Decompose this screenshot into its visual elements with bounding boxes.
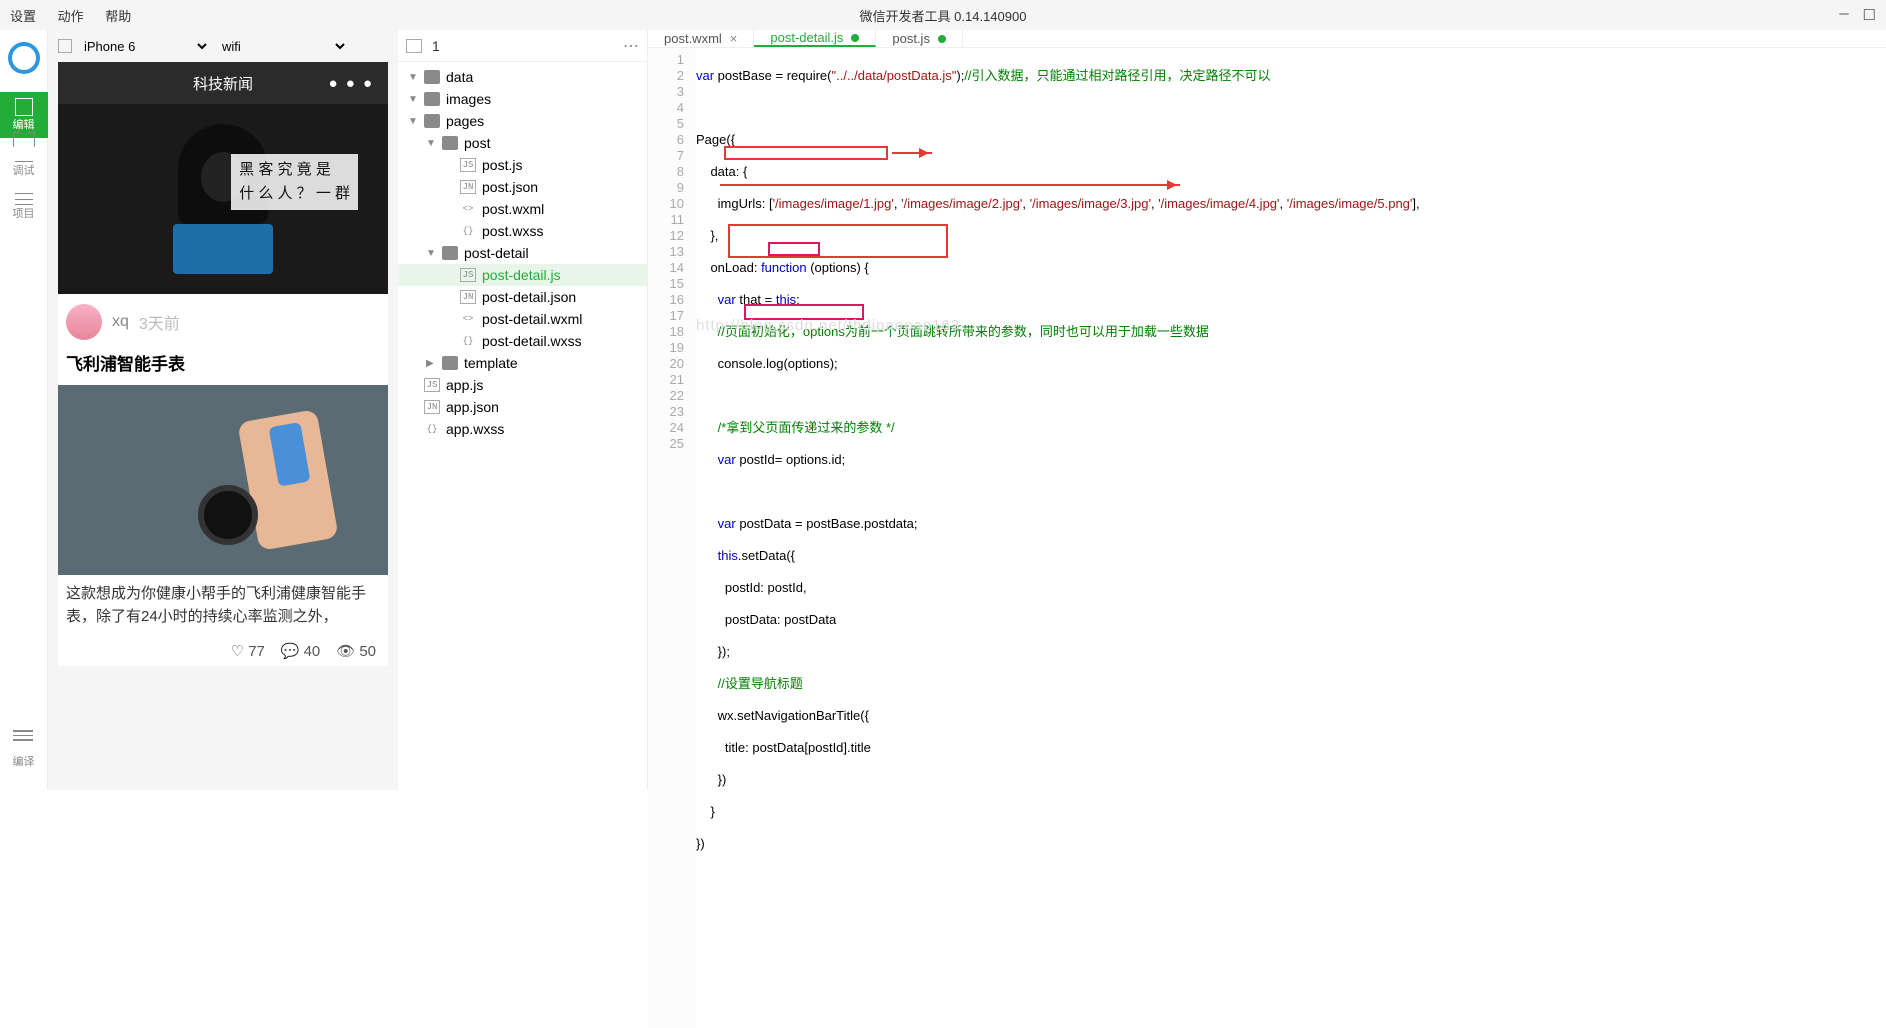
- rail-debug-label: 调试: [13, 162, 35, 178]
- post-card-1[interactable]: 黑 客 究 竟 是什 么 人 ？ 一 群 xq 3天前 飞利浦智能手表 这款想成…: [58, 104, 388, 666]
- tree-file-post.wxss[interactable]: post.wxss: [398, 220, 647, 242]
- avatar[interactable]: [8, 42, 40, 74]
- post-title: 飞利浦智能手表: [58, 350, 388, 385]
- tree-file-post-detail.json[interactable]: JNpost-detail.json: [398, 286, 647, 308]
- file-tree[interactable]: ▼data▼images▼pages▼postJSpost.jsJNpost.j…: [398, 62, 647, 790]
- menubar: 设置 动作 帮助 微信开发者工具 0.14.140900 — ☐: [0, 0, 1886, 30]
- menu-action[interactable]: 动作: [58, 9, 84, 24]
- minimize-icon[interactable]: —: [1840, 6, 1849, 25]
- menu-help[interactable]: 帮助: [105, 9, 131, 24]
- file-tree-pane: 1 ⋯ ▼data▼images▼pages▼postJSpost.jsJNpo…: [398, 30, 648, 790]
- tree-toggle-icon[interactable]: [406, 39, 422, 53]
- debug-icon: [15, 144, 33, 162]
- tab-post.wxml[interactable]: post.wxml×: [648, 30, 754, 47]
- device-check-icon[interactable]: [58, 39, 72, 53]
- tree-folder-template[interactable]: ▶template: [398, 352, 647, 374]
- rail-project[interactable]: 项目: [0, 184, 48, 230]
- sidebar-rail: 编辑 调试 项目 编译: [0, 30, 48, 790]
- code-editor[interactable]: 1234567891011121314151617181920212223242…: [648, 48, 1886, 1028]
- card-image-2: [58, 385, 388, 575]
- maximize-icon[interactable]: ☐: [1863, 6, 1876, 25]
- image-overlay-text: 黑 客 究 竟 是什 么 人 ？ 一 群: [231, 154, 358, 210]
- tree-folder-images[interactable]: ▼images: [398, 88, 647, 110]
- rail-edit[interactable]: 编辑: [0, 92, 48, 138]
- comment-icon: 💬: [281, 642, 300, 660]
- author-name: xq: [112, 313, 129, 331]
- eye-icon: 👁: [336, 642, 355, 660]
- tree-more-icon[interactable]: ⋯: [623, 36, 639, 56]
- tab-post-detail.js[interactable]: post-detail.js: [754, 30, 876, 47]
- dirty-indicator-icon: [851, 34, 859, 42]
- tree-counter: 1: [432, 38, 440, 54]
- annotation-arrow: [720, 184, 1180, 186]
- tree-file-post-detail.wxml[interactable]: post-detail.wxml: [398, 308, 647, 330]
- compile-icon: [13, 730, 33, 746]
- tree-folder-post-detail[interactable]: ▼post-detail: [398, 242, 647, 264]
- project-icon: [15, 193, 33, 205]
- rail-project-label: 项目: [13, 205, 35, 221]
- card-image-1: 黑 客 究 竟 是什 么 人 ？ 一 群: [58, 104, 388, 294]
- like-stat[interactable]: ♡77: [231, 642, 265, 660]
- dirty-indicator-icon: [938, 35, 946, 43]
- rail-compile[interactable]: 编译: [13, 730, 35, 770]
- view-stat[interactable]: 👁50: [336, 642, 376, 660]
- tree-folder-post[interactable]: ▼post: [398, 132, 647, 154]
- code-source[interactable]: var postBase = require("../../data/postD…: [696, 48, 1420, 1028]
- tree-folder-pages[interactable]: ▼pages: [398, 110, 647, 132]
- tree-file-app.json[interactable]: JNapp.json: [398, 396, 647, 418]
- menu-settings[interactable]: 设置: [10, 9, 36, 24]
- phone-preview-pane: iPhone 6 wifi 科技新闻 ● ● ● 黑 客 究 竟 是什 么 人 …: [48, 30, 398, 790]
- author-avatar: [66, 304, 102, 340]
- more-icon[interactable]: ● ● ●: [328, 75, 374, 92]
- annotation-box: [724, 146, 888, 160]
- tree-file-post.json[interactable]: JNpost.json: [398, 176, 647, 198]
- tree-file-post-detail.js[interactable]: JSpost-detail.js: [398, 264, 647, 286]
- tree-file-app.js[interactable]: JSapp.js: [398, 374, 647, 396]
- tree-file-app.wxss[interactable]: app.wxss: [398, 418, 647, 440]
- line-gutter: 1234567891011121314151617181920212223242…: [648, 48, 696, 1028]
- phone-header: 科技新闻 ● ● ●: [58, 62, 388, 104]
- tree-folder-data[interactable]: ▼data: [398, 66, 647, 88]
- editor-pane: post.wxml×post-detail.jspost.js 12345678…: [648, 30, 1886, 790]
- annotation-box: [768, 242, 820, 256]
- phone-title: 科技新闻: [193, 73, 253, 94]
- tree-file-post-detail.wxss[interactable]: post-detail.wxss: [398, 330, 647, 352]
- rail-debug[interactable]: 调试: [0, 138, 48, 184]
- window-title: 微信开发者工具 0.14.140900: [860, 6, 1027, 25]
- network-select[interactable]: wifi: [218, 38, 348, 55]
- post-desc: 这款想成为你健康小帮手的飞利浦健康智能手表，除了有24小时的持续心率监测之外，: [58, 575, 388, 636]
- tab-post.js[interactable]: post.js: [876, 30, 963, 47]
- post-time: 3天前: [139, 310, 180, 334]
- phone-frame: 科技新闻 ● ● ● 黑 客 究 竟 是什 么 人 ？ 一 群 xq 3天前: [58, 62, 388, 666]
- device-select[interactable]: iPhone 6: [80, 38, 210, 55]
- heart-icon: ♡: [231, 642, 244, 660]
- annotation-arrow: [892, 152, 932, 154]
- editor-tabs: post.wxml×post-detail.jspost.js: [648, 30, 1886, 48]
- rail-compile-label: 编译: [13, 756, 35, 768]
- tree-file-post.wxml[interactable]: post.wxml: [398, 198, 647, 220]
- rail-edit-label: 编辑: [13, 116, 35, 132]
- edit-icon: [15, 98, 33, 116]
- close-icon[interactable]: ×: [730, 31, 738, 46]
- tree-file-post.js[interactable]: JSpost.js: [398, 154, 647, 176]
- comment-stat[interactable]: 💬40: [281, 642, 320, 660]
